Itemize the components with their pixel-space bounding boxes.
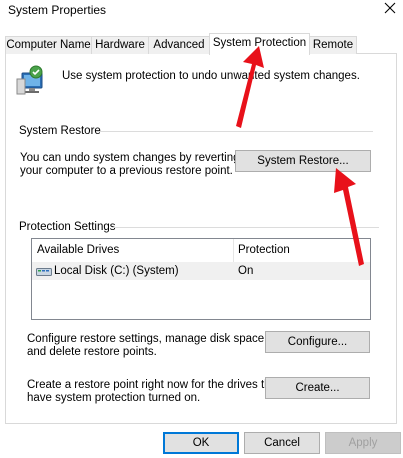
annotation-arrow-restore-button	[334, 168, 364, 266]
tab-computer-name[interactable]: Computer Name	[5, 36, 92, 54]
apply-button[interactable]: Apply	[325, 432, 401, 454]
tab-remote[interactable]: Remote	[309, 36, 357, 54]
intro-text: Use system protection to undo unwanted s…	[62, 70, 360, 82]
tab-hardware[interactable]: Hardware	[91, 36, 149, 54]
create-description-line1: Create a restore point right now for the…	[27, 379, 281, 391]
configure-button[interactable]: Configure...	[265, 331, 370, 353]
configure-description-line1: Configure restore settings, manage disk …	[27, 333, 268, 345]
system-restore-heading: System Restore	[19, 125, 101, 137]
column-available-drives[interactable]: Available Drives	[32, 239, 233, 262]
system-restore-divider	[96, 131, 373, 132]
system-restore-description-line1: You can undo system changes by reverting	[20, 152, 240, 164]
create-description-line2: have system protection turned on.	[27, 392, 201, 404]
ok-button[interactable]: OK	[163, 432, 239, 454]
close-icon[interactable]	[384, 2, 396, 14]
drive-protection-status: On	[238, 265, 254, 277]
cancel-button[interactable]: Cancel	[244, 432, 320, 454]
annotation-arrow-tab	[236, 46, 264, 128]
drive-icon	[36, 268, 52, 276]
drives-list-header: Available Drives Protection	[32, 239, 370, 262]
system-restore-description-line2: your computer to a previous restore poin…	[20, 165, 233, 177]
tab-advanced[interactable]: Advanced	[148, 36, 210, 54]
configure-description-line2: and delete restore points.	[27, 346, 157, 358]
system-shield-icon	[16, 65, 43, 95]
protection-settings-heading: Protection Settings	[19, 221, 116, 233]
drives-list[interactable]: Available Drives Protection Local Disk (…	[31, 238, 371, 320]
window-title: System Properties	[8, 3, 107, 17]
table-row[interactable]: Local Disk (C:) (System) On	[32, 262, 370, 280]
drive-name: Local Disk (C:) (System)	[54, 265, 179, 277]
create-button[interactable]: Create...	[265, 377, 370, 399]
